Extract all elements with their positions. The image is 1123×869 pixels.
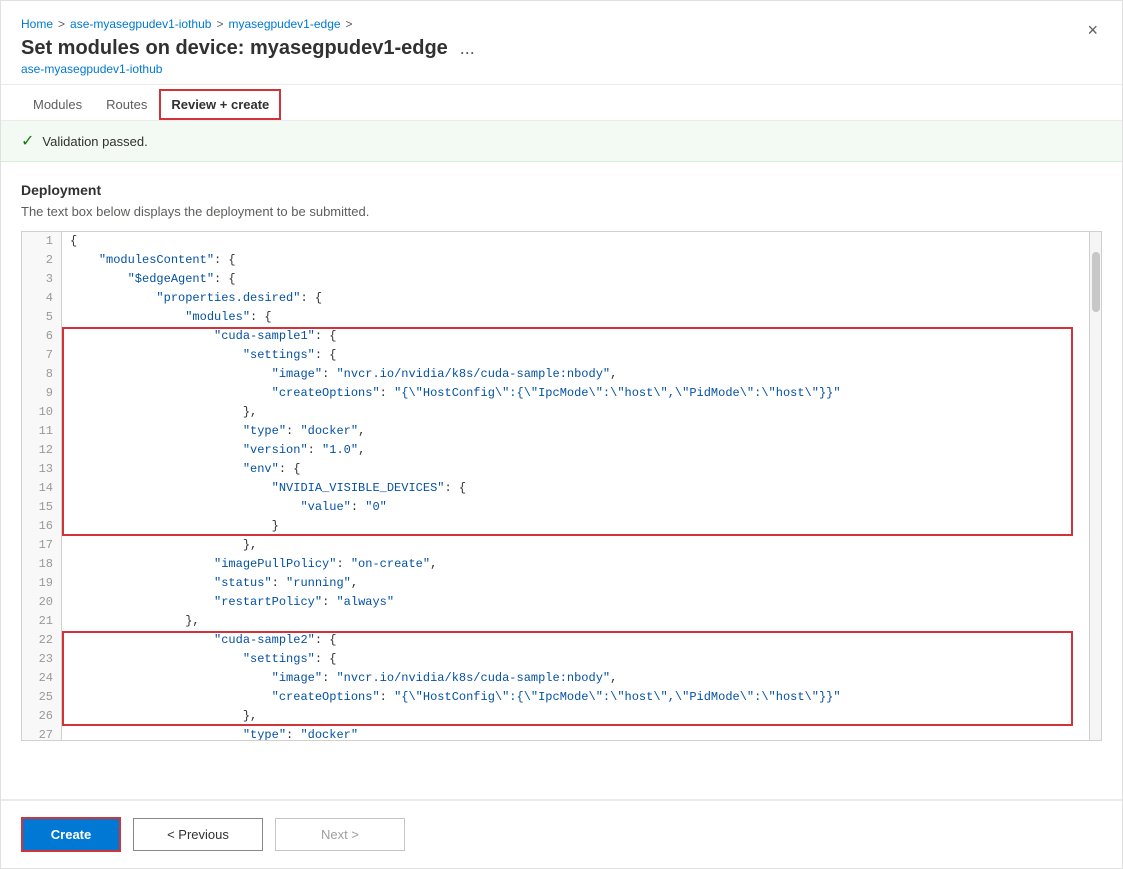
code-line: "image": "nvcr.io/nvidia/k8s/cuda-sample… [62,669,1089,688]
tabs-bar: Modules Routes Review + create [1,89,1122,121]
line-number: 7 [22,346,61,365]
page-title: Set modules on device: myasegpudev1-edge… [21,37,479,60]
code-line: "type": "docker", [62,422,1089,441]
line-number: 17 [22,536,61,555]
line-number: 5 [22,308,61,327]
code-line: "restartPolicy": "always" [62,593,1089,612]
code-line: "status": "running", [62,574,1089,593]
title-bar-left: Home > ase-myasegpudev1-iothub > myasegp… [21,17,479,76]
code-line: "image": "nvcr.io/nvidia/k8s/cuda-sample… [62,365,1089,384]
line-number: 24 [22,669,61,688]
validation-bar: ✓ Validation passed. [1,121,1122,162]
code-line: }, [62,707,1089,726]
code-wrapper: { "modulesContent": { "$edgeAgent": { "p… [62,232,1089,740]
line-number: 23 [22,650,61,669]
code-line: }, [62,612,1089,631]
breadcrumb: Home > ase-myasegpudev1-iothub > myasegp… [21,17,479,31]
code-line: "type": "docker" [62,726,1089,740]
line-number: 1 [22,232,61,251]
breadcrumb-iothub[interactable]: ase-myasegpudev1-iothub [70,17,211,31]
title-bar: Home > ase-myasegpudev1-iothub > myasegp… [1,1,1122,85]
line-number: 22 [22,631,61,650]
code-line: "createOptions": "{\"HostConfig\":{\"Ipc… [62,384,1089,403]
line-number: 21 [22,612,61,631]
line-number: 16 [22,517,61,536]
code-content[interactable]: { "modulesContent": { "$edgeAgent": { "p… [62,232,1089,740]
tab-routes[interactable]: Routes [94,89,159,120]
code-line: "settings": { [62,650,1089,669]
line-number: 11 [22,422,61,441]
code-line: } [62,517,1089,536]
code-line: "value": "0" [62,498,1089,517]
code-lines: { "modulesContent": { "$edgeAgent": { "p… [62,232,1089,740]
line-number: 4 [22,289,61,308]
line-number: 3 [22,270,61,289]
validation-icon: ✓ [21,131,34,151]
breadcrumb-home[interactable]: Home [21,17,53,31]
code-line: "properties.desired": { [62,289,1089,308]
code-line: "NVIDIA_VISIBLE_DEVICES": { [62,479,1089,498]
line-number: 18 [22,555,61,574]
line-number: 12 [22,441,61,460]
validation-text: Validation passed. [42,134,147,149]
line-number: 6 [22,327,61,346]
code-line: "$edgeAgent": { [62,270,1089,289]
line-number: 19 [22,574,61,593]
previous-button[interactable]: < Previous [133,818,263,851]
line-number: 27 [22,726,61,741]
code-line: "modules": { [62,308,1089,327]
code-line: "version": "1.0", [62,441,1089,460]
code-line: "imagePullPolicy": "on-create", [62,555,1089,574]
breadcrumb-sep-2: > [216,17,223,31]
code-line: }, [62,536,1089,555]
code-line: "modulesContent": { [62,251,1089,270]
page-title-text: Set modules on device: myasegpudev1-edge [21,37,448,60]
close-button[interactable]: × [1083,17,1102,43]
code-line: "createOptions": "{\"HostConfig\":{\"Ipc… [62,688,1089,707]
next-button: Next > [275,818,405,851]
line-number: 14 [22,479,61,498]
line-number: 2 [22,251,61,270]
line-number: 25 [22,688,61,707]
line-number: 8 [22,365,61,384]
line-numbers: 1234567891011121314151617181920212223242… [22,232,62,740]
deployment-description: The text box below displays the deployme… [21,204,1102,219]
breadcrumb-sep-1: > [58,17,65,31]
main-window: Home > ase-myasegpudev1-iothub > myasegp… [0,0,1123,869]
line-number: 13 [22,460,61,479]
ellipsis-button[interactable]: ... [456,38,479,59]
line-number: 9 [22,384,61,403]
scrollbar[interactable] [1089,232,1101,740]
scrollbar-thumb[interactable] [1092,252,1100,312]
line-number: 26 [22,707,61,726]
code-editor[interactable]: 1234567891011121314151617181920212223242… [21,231,1102,741]
code-line: { [62,232,1089,251]
code-line: "settings": { [62,346,1089,365]
deployment-title: Deployment [21,182,1102,198]
code-line: "cuda-sample2": { [62,631,1089,650]
tab-modules[interactable]: Modules [21,89,94,120]
breadcrumb-sep-3: > [346,17,353,31]
line-number: 20 [22,593,61,612]
create-button[interactable]: Create [21,817,121,852]
main-content: Deployment The text box below displays t… [1,162,1122,799]
tab-review-create[interactable]: Review + create [159,89,281,120]
footer: Create < Previous Next > [1,799,1122,868]
code-line: }, [62,403,1089,422]
page-subtitle[interactable]: ase-myasegpudev1-iothub [21,62,479,76]
line-number: 15 [22,498,61,517]
code-line: "cuda-sample1": { [62,327,1089,346]
code-line: "env": { [62,460,1089,479]
breadcrumb-edge[interactable]: myasegpudev1-edge [228,17,340,31]
line-number: 10 [22,403,61,422]
